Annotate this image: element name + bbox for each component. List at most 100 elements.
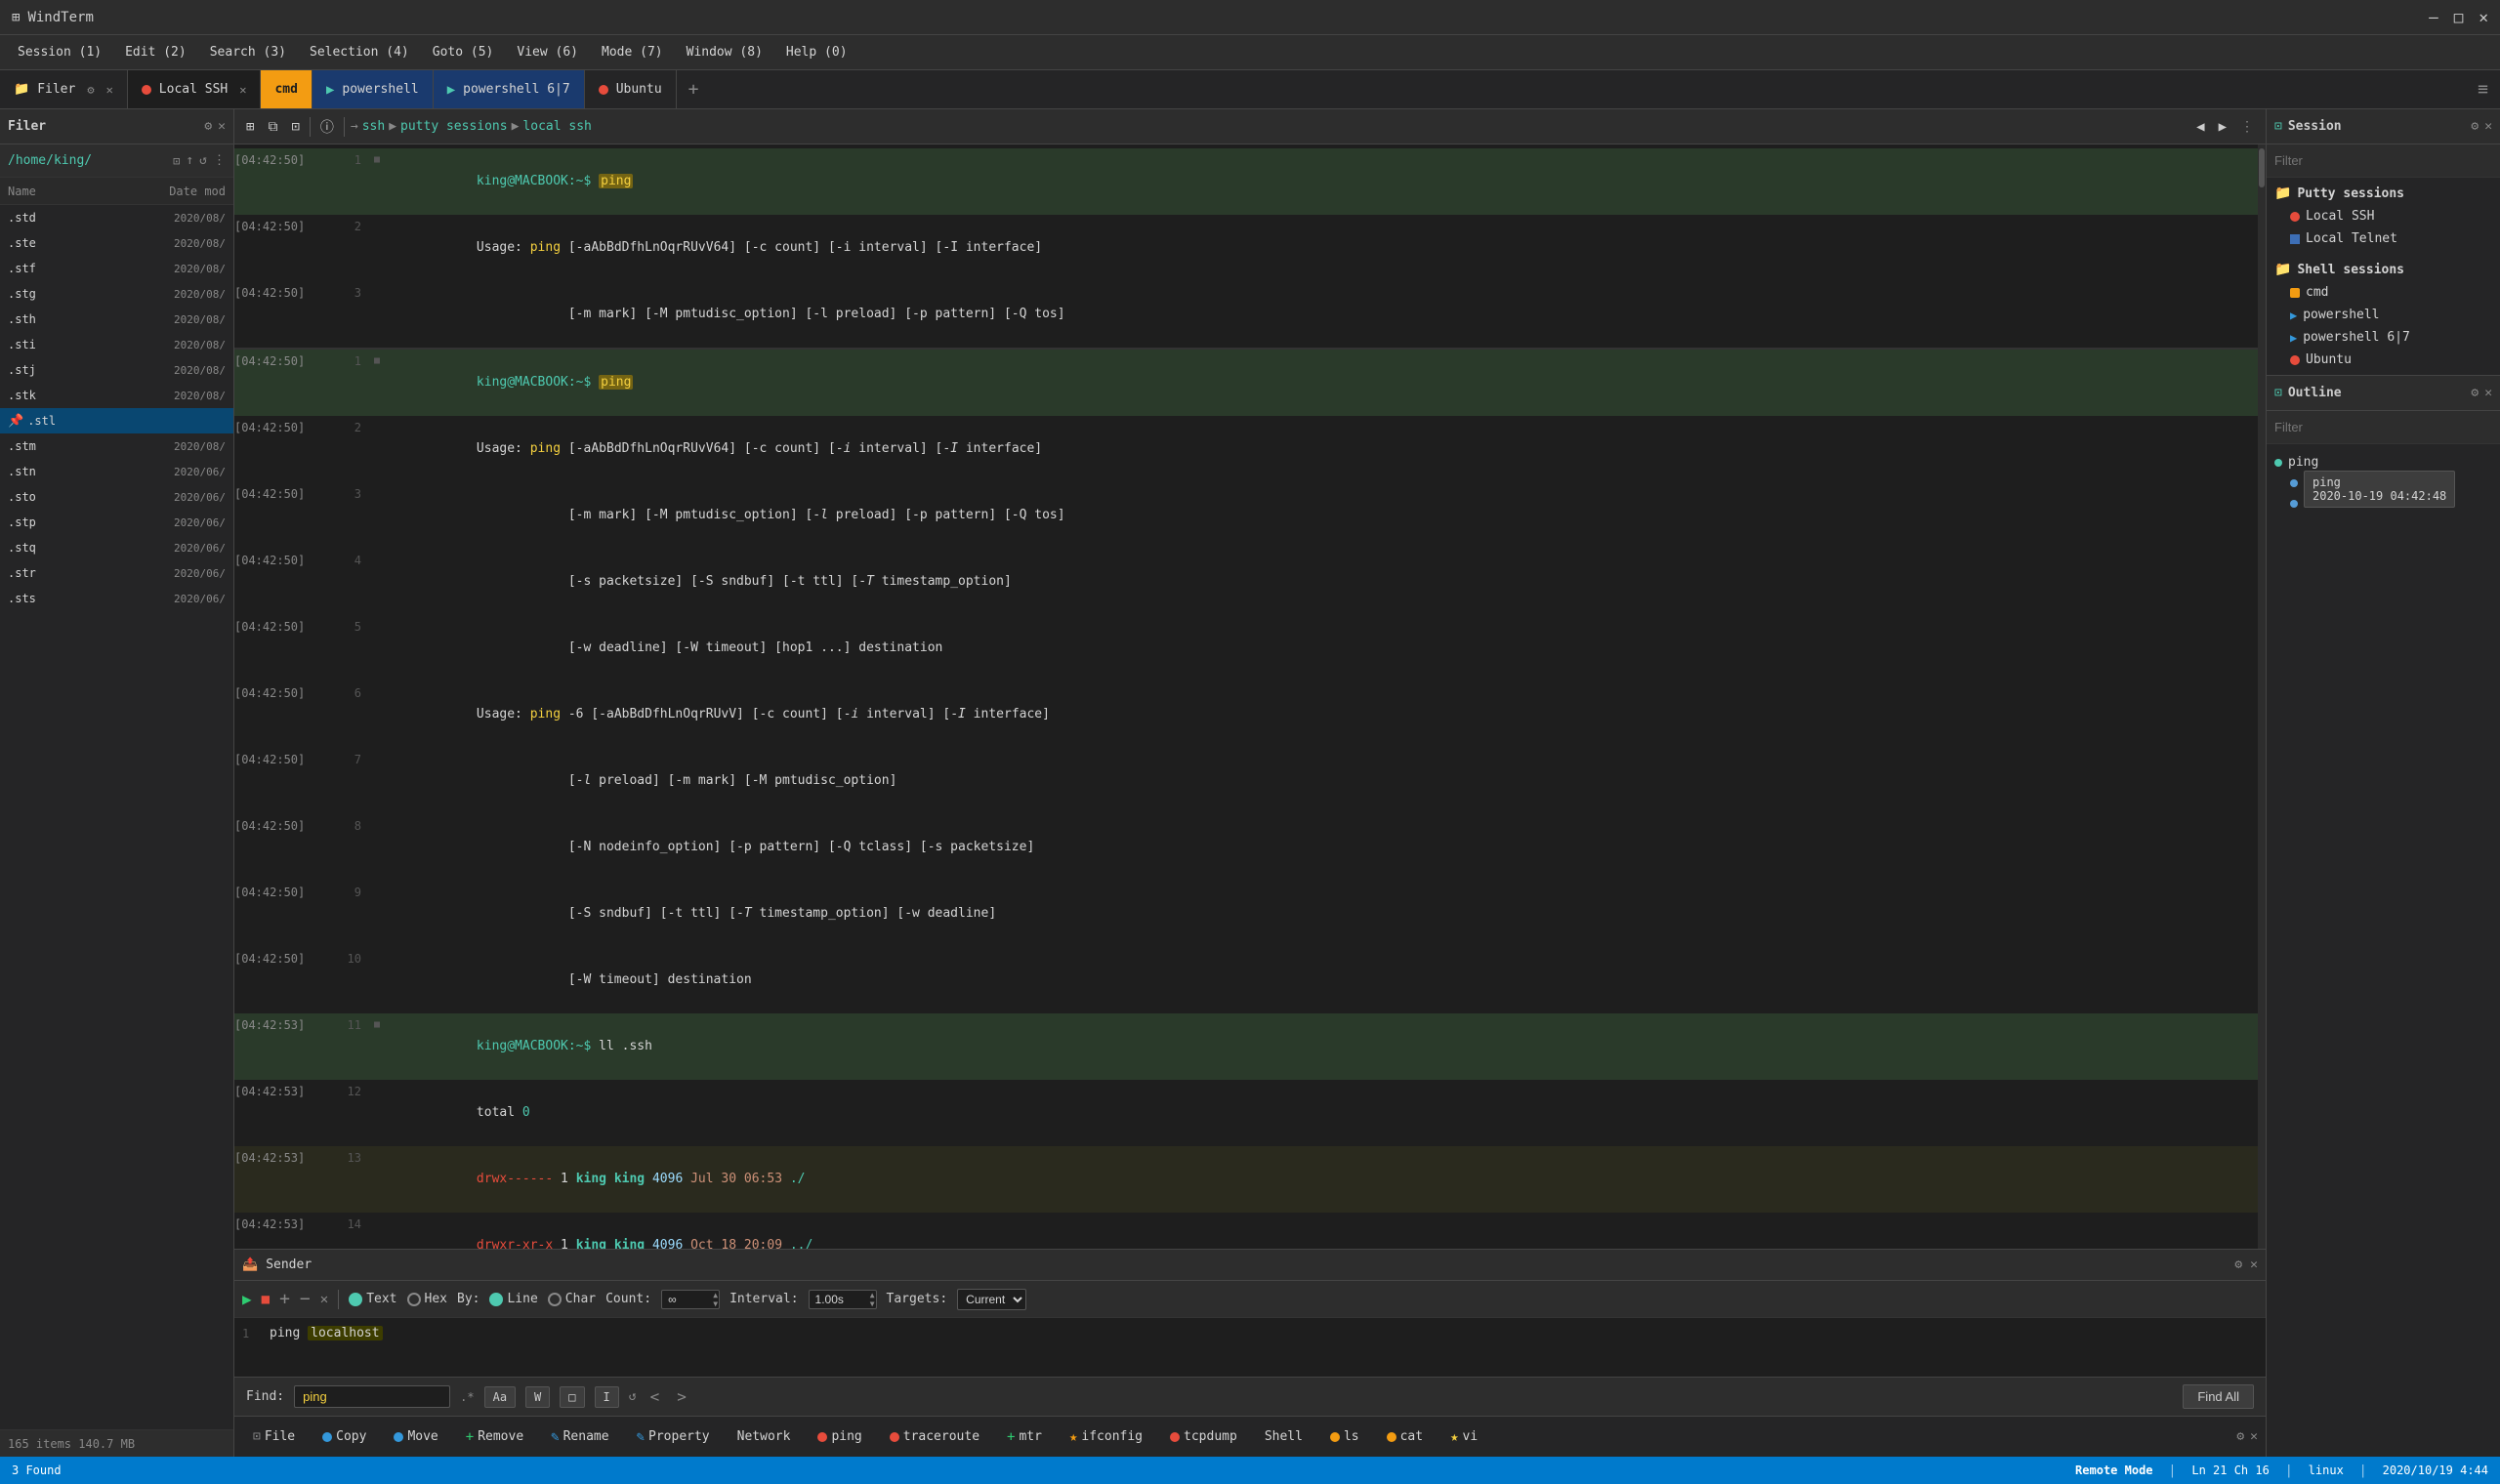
tab-powershell[interactable]: ▶ powershell [312,70,434,108]
filer-item[interactable]: .stn 2020/06/ [0,459,233,484]
scroll-right-button[interactable]: ▶ [2215,117,2230,137]
line-fold[interactable]: ■ [369,350,385,372]
outline-gear-icon[interactable]: ⚙ [2471,386,2479,400]
tab-filer-close[interactable]: ✕ [106,83,113,97]
filer-item[interactable]: .sth 2020/08/ [0,307,233,332]
toolbar-traceroute-button[interactable]: traceroute [879,1423,990,1450]
interval-up-icon[interactable]: ▲ [870,1291,875,1299]
filer-item[interactable]: .ste 2020/08/ [0,230,233,256]
split-button[interactable]: ⊡ [287,117,303,137]
breadcrumb-ssh-label[interactable]: ssh [362,119,385,134]
session-gear-icon[interactable]: ⚙ [2471,119,2479,134]
sender-close-x-button[interactable]: ✕ [320,1292,328,1307]
filer-close-icon[interactable]: ✕ [218,119,226,134]
sender-interval-spinners[interactable]: ▲ ▼ [870,1291,875,1308]
tab-filer-gear[interactable]: ⚙ [87,83,94,97]
filer-item[interactable]: .sti 2020/08/ [0,332,233,357]
filer-path-copy[interactable]: ⊡ [173,154,180,168]
new-session-button[interactable]: ⊞ [242,117,258,137]
toolbar-rename-button[interactable]: ✎ Rename [540,1423,619,1451]
filer-item[interactable]: .std 2020/08/ [0,205,233,230]
toolbar-vi-button[interactable]: ★ vi [1439,1423,1488,1451]
toolbar-more-icon[interactable]: ✕ [2250,1429,2258,1444]
session-item-local-ssh[interactable]: Local SSH [2267,205,2500,227]
findbar-i-button[interactable]: I [595,1386,619,1408]
sender-hex-radio[interactable]: Hex [407,1292,447,1306]
toolbar-shell-button[interactable]: Shell [1254,1423,1313,1450]
menu-mode[interactable]: Mode (7) [592,41,673,63]
scroll-left-button[interactable]: ◀ [2192,117,2208,137]
session-group-shell-header[interactable]: 📁 Shell sessions [2267,258,2500,281]
terminal-menu-button[interactable]: ⋮ [2236,117,2258,137]
toolbar-remove-button[interactable]: + Remove [455,1423,534,1451]
sender-text-radio[interactable]: Text [349,1292,396,1306]
session-group-putty-header[interactable]: 📁 Putty sessions [2267,182,2500,205]
sender-count-spinners[interactable]: ▲ ▼ [713,1291,718,1308]
toolbar-mtr-button[interactable]: + mtr [996,1423,1053,1451]
menu-help[interactable]: Help (0) [776,41,857,63]
sender-interval-input[interactable] [809,1290,877,1309]
session-item-cmd[interactable]: cmd [2267,281,2500,304]
filer-item[interactable]: .stg 2020/08/ [0,281,233,307]
interval-down-icon[interactable]: ▼ [870,1299,875,1308]
tab-cmd[interactable]: cmd [261,70,312,108]
terminal-content[interactable]: [04:42:50] 1 ■ king@MACBOOK:~$ ping [04:… [234,144,2258,1249]
findbar-next-button[interactable]: > [673,1387,690,1406]
toolbar-file-button[interactable]: ⊡ File [242,1423,306,1450]
outline-filter-input[interactable] [2274,420,2492,434]
sender-count-input[interactable] [661,1290,720,1309]
count-down-icon[interactable]: ▼ [713,1299,718,1308]
findbar-regex-icon[interactable]: .* [460,1390,474,1404]
menu-goto[interactable]: Goto (5) [423,41,504,63]
find-all-button[interactable]: Find All [2183,1384,2254,1409]
filer-item[interactable]: .str 2020/06/ [0,560,233,586]
line-fold[interactable]: ■ [369,149,385,171]
toolbar-ping-button[interactable]: ping [807,1423,872,1450]
tab-list-button[interactable]: ≡ [2466,70,2500,108]
tab-ubuntu[interactable]: Ubuntu [585,70,677,108]
tab-local-ssh-close[interactable]: ✕ [239,83,246,97]
menu-window[interactable]: Window (8) [677,41,772,63]
scrollbar-thumb[interactable] [2259,148,2265,187]
toolbar-tcpdump-button[interactable]: tcpdump [1159,1423,1248,1450]
clone-button[interactable]: ⧉ [264,117,281,137]
outline-close-icon[interactable]: ✕ [2484,386,2492,400]
line-fold[interactable]: ■ [369,1014,385,1036]
toolbar-move-button[interactable]: Move [383,1423,448,1450]
sender-stop-button[interactable]: ■ [262,1292,270,1307]
filer-item[interactable]: .sts 2020/06/ [0,586,233,611]
session-filter-input[interactable] [2274,153,2492,168]
filer-item[interactable]: .stq 2020/06/ [0,535,233,560]
filer-item-selected[interactable]: 📌 .stl [0,408,233,433]
filer-item[interactable]: .stp 2020/06/ [0,510,233,535]
filer-item[interactable]: .stf 2020/08/ [0,256,233,281]
findbar-input[interactable] [294,1385,450,1408]
findbar-word-button[interactable]: W [525,1386,550,1408]
filer-more-icon[interactable]: ⋮ [213,153,226,168]
tab-powershell67[interactable]: ▶ powershell 6|7 [434,70,585,108]
filer-refresh-icon[interactable]: ↺ [199,153,207,168]
sender-char-radio[interactable]: Char [548,1292,596,1306]
toolbar-network-button[interactable]: Network [727,1423,802,1450]
toolbar-copy-button[interactable]: Copy [312,1423,377,1450]
toolbar-cat-button[interactable]: cat [1376,1423,1434,1450]
sender-line-radio[interactable]: Line [489,1292,537,1306]
filer-item[interactable]: .stm 2020/08/ [0,433,233,459]
sender-gear-icon[interactable]: ⚙ [2234,1257,2242,1272]
info-button[interactable]: ⓘ [316,115,338,139]
sender-remove-button[interactable]: − [300,1289,311,1309]
minimize-button[interactable]: — [2429,8,2438,26]
session-item-local-telnet[interactable]: Local Telnet [2267,227,2500,250]
breadcrumb-putty[interactable]: putty sessions [400,119,508,134]
filer-item[interactable]: .sto 2020/06/ [0,484,233,510]
tab-filer[interactable]: 📁 Filer ⚙ ✕ [0,70,128,108]
menu-view[interactable]: View (6) [507,41,588,63]
close-button[interactable]: ✕ [2479,8,2488,26]
outline-item-ping[interactable]: ping [2274,452,2492,473]
outline-item-ll[interactable]: ll ping 2020-10-19 04:42:48 [2274,473,2492,493]
menu-search[interactable]: Search (3) [200,41,296,63]
findbar-refresh-icon[interactable]: ↺ [629,1389,637,1404]
session-item-ubuntu[interactable]: Ubuntu [2267,349,2500,371]
toolbar-ls-button[interactable]: ls [1319,1423,1370,1450]
filer-up-icon[interactable]: ↑ [186,153,193,168]
